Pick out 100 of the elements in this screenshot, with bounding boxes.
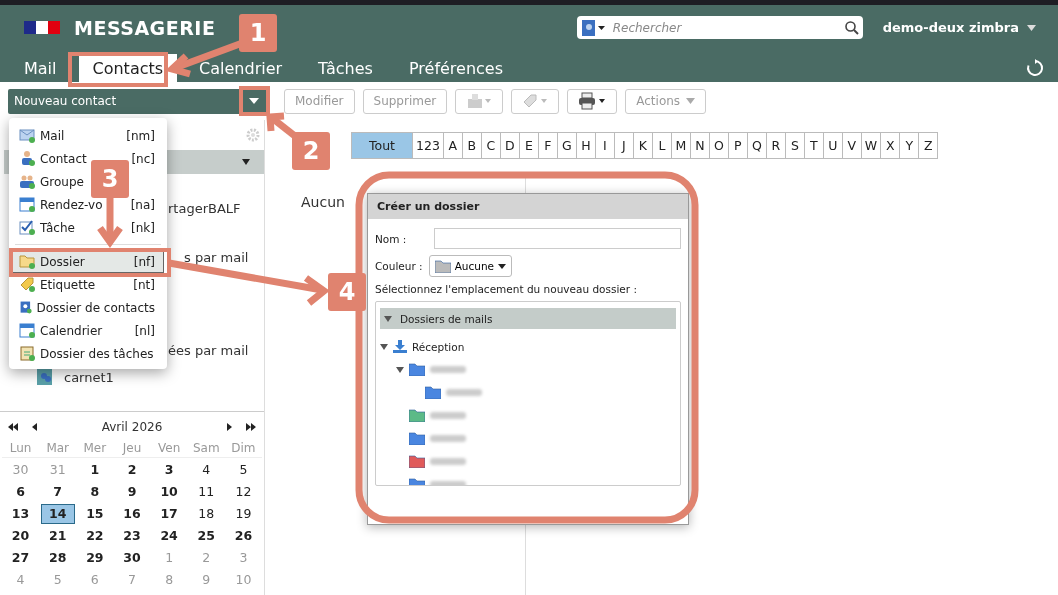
app-tab[interactable]: Calendrier xyxy=(185,54,297,82)
calendar-day[interactable]: 5 xyxy=(226,460,261,480)
letter-filter[interactable]: E xyxy=(518,132,539,159)
expand-triangle-icon[interactable] xyxy=(384,314,392,323)
letter-filter[interactable]: X xyxy=(880,132,901,159)
letter-filter[interactable]: L xyxy=(651,132,672,159)
calendar-day[interactable]: 20 xyxy=(3,526,38,546)
print-button[interactable] xyxy=(567,88,618,114)
letter-filter[interactable]: R xyxy=(765,132,786,159)
calendar-day[interactable]: 17 xyxy=(152,504,187,524)
menu-item[interactable]: Dossier de contacts xyxy=(12,296,164,319)
letter-filter[interactable]: V xyxy=(841,132,862,159)
step-badge: 4 xyxy=(328,273,366,311)
letter-filter[interactable]: B xyxy=(461,132,482,159)
letter-filter[interactable]: G xyxy=(556,132,577,159)
calendar-day[interactable]: 29 xyxy=(77,548,112,568)
menu-item[interactable]: Calendrier [nl] xyxy=(12,319,164,342)
calendar-day[interactable]: 30 xyxy=(115,548,149,568)
weekday-label: Ven xyxy=(150,438,188,458)
calendar-day[interactable]: 18 xyxy=(189,504,224,524)
letter-filter[interactable]: P xyxy=(727,132,748,159)
search-icon[interactable] xyxy=(844,20,859,35)
letter-filter[interactable]: J xyxy=(613,132,634,159)
previous-month-icon[interactable] xyxy=(32,423,37,431)
calendar-day[interactable]: 4 xyxy=(189,460,224,480)
weekday-label: Jeu xyxy=(113,438,151,458)
calendar-day[interactable]: 14 xyxy=(40,504,75,524)
letter-filter[interactable]: A xyxy=(442,132,463,159)
calendar-day[interactable]: 11 xyxy=(189,482,224,502)
search-bar[interactable]: Rechercher xyxy=(576,16,863,39)
user-menu[interactable]: demo-deux zimbra xyxy=(882,20,1036,35)
calendar-day[interactable]: 6 xyxy=(3,482,38,502)
person-icon xyxy=(19,150,36,167)
expand-triangle-icon[interactable] xyxy=(380,342,388,351)
step-badge: 1 xyxy=(239,14,277,52)
menu-item[interactable]: Mail [nm] xyxy=(12,124,164,147)
letter-filter[interactable]: Y xyxy=(899,132,920,159)
new-contact-button[interactable]: Nouveau contact xyxy=(8,88,267,114)
caret-icon[interactable] xyxy=(242,158,250,166)
letter-filter[interactable]: D xyxy=(499,132,520,159)
letter-filter[interactable]: Z xyxy=(918,132,939,159)
menu-item[interactable]: Dossier [nf] xyxy=(12,250,164,273)
menu-item[interactable]: Etiquette [nt] xyxy=(12,273,164,296)
caret-icon xyxy=(498,263,507,269)
contacts-icon[interactable] xyxy=(580,18,607,37)
letter-filter[interactable]: T xyxy=(803,132,824,159)
tree-header[interactable]: Dossiers de mails xyxy=(380,308,676,329)
menu-item[interactable]: Dossier des tâches xyxy=(12,342,164,365)
calendar-day[interactable]: 1 xyxy=(77,460,112,480)
letter-filter[interactable]: Tout xyxy=(351,132,413,159)
letter-filter[interactable]: 123 xyxy=(412,132,444,159)
caret-icon xyxy=(249,98,259,104)
letter-filter[interactable]: S xyxy=(784,132,805,159)
blurred-label xyxy=(430,435,466,442)
calendar-day[interactable]: 9 xyxy=(115,482,149,502)
address-book-icon xyxy=(19,299,33,316)
app-tab[interactable]: Préférences xyxy=(394,54,518,82)
calendar-day[interactable]: 21 xyxy=(40,526,75,546)
calendar-day[interactable]: 19 xyxy=(226,504,261,524)
highlight-frame xyxy=(239,86,270,116)
letter-filter[interactable]: C xyxy=(480,132,501,159)
calendar-day[interactable]: 22 xyxy=(77,526,112,546)
calendar-day[interactable]: 27 xyxy=(3,548,38,568)
letter-filter[interactable]: M xyxy=(670,132,691,159)
tag-icon xyxy=(522,93,549,109)
app-tab[interactable]: Tâches xyxy=(304,54,387,82)
tree-item[interactable]: Réception xyxy=(380,335,676,358)
name-field[interactable] xyxy=(434,228,681,249)
calendar-day[interactable]: 23 xyxy=(115,526,149,546)
color-select[interactable]: Aucune xyxy=(428,255,513,277)
letter-filter[interactable]: U xyxy=(822,132,843,159)
letter-filter[interactable]: N xyxy=(689,132,710,159)
calendar-day[interactable]: 28 xyxy=(40,548,75,568)
calendar-day[interactable]: 3 xyxy=(152,460,187,480)
letter-filter[interactable]: Q xyxy=(746,132,767,159)
calendar-day[interactable]: 7 xyxy=(40,482,75,502)
sidebar-item[interactable]: carnet1 xyxy=(0,366,264,388)
calendar-day[interactable]: 24 xyxy=(152,526,187,546)
menu-item[interactable]: Tâche [nk] xyxy=(12,216,164,239)
calendar-day[interactable]: 26 xyxy=(226,526,261,546)
calendar-day[interactable]: 25 xyxy=(189,526,224,546)
calendar-day[interactable]: 2 xyxy=(115,460,149,480)
letter-filter[interactable]: H xyxy=(575,132,596,159)
expand-triangle-icon[interactable] xyxy=(396,365,404,374)
refresh-icon[interactable] xyxy=(1026,59,1044,77)
previous-year-icon[interactable] xyxy=(8,423,18,431)
calendar-day[interactable]: 12 xyxy=(226,482,261,502)
calendar-day[interactable]: 16 xyxy=(115,504,149,524)
letter-filter[interactable]: K xyxy=(632,132,653,159)
letter-filter[interactable]: F xyxy=(537,132,558,159)
calendar-day[interactable]: 15 xyxy=(77,504,112,524)
letter-filter[interactable]: I xyxy=(594,132,615,159)
calendar-day[interactable]: 8 xyxy=(77,482,112,502)
calendar-day[interactable]: 10 xyxy=(152,482,187,502)
calendar-day[interactable]: 13 xyxy=(3,504,38,524)
next-month-icon[interactable] xyxy=(227,423,232,431)
letter-filter[interactable]: O xyxy=(708,132,729,159)
menu-item[interactable]: Groupe xyxy=(12,170,86,193)
app-tab[interactable]: Mail xyxy=(10,54,71,82)
next-year-icon[interactable] xyxy=(246,423,256,431)
